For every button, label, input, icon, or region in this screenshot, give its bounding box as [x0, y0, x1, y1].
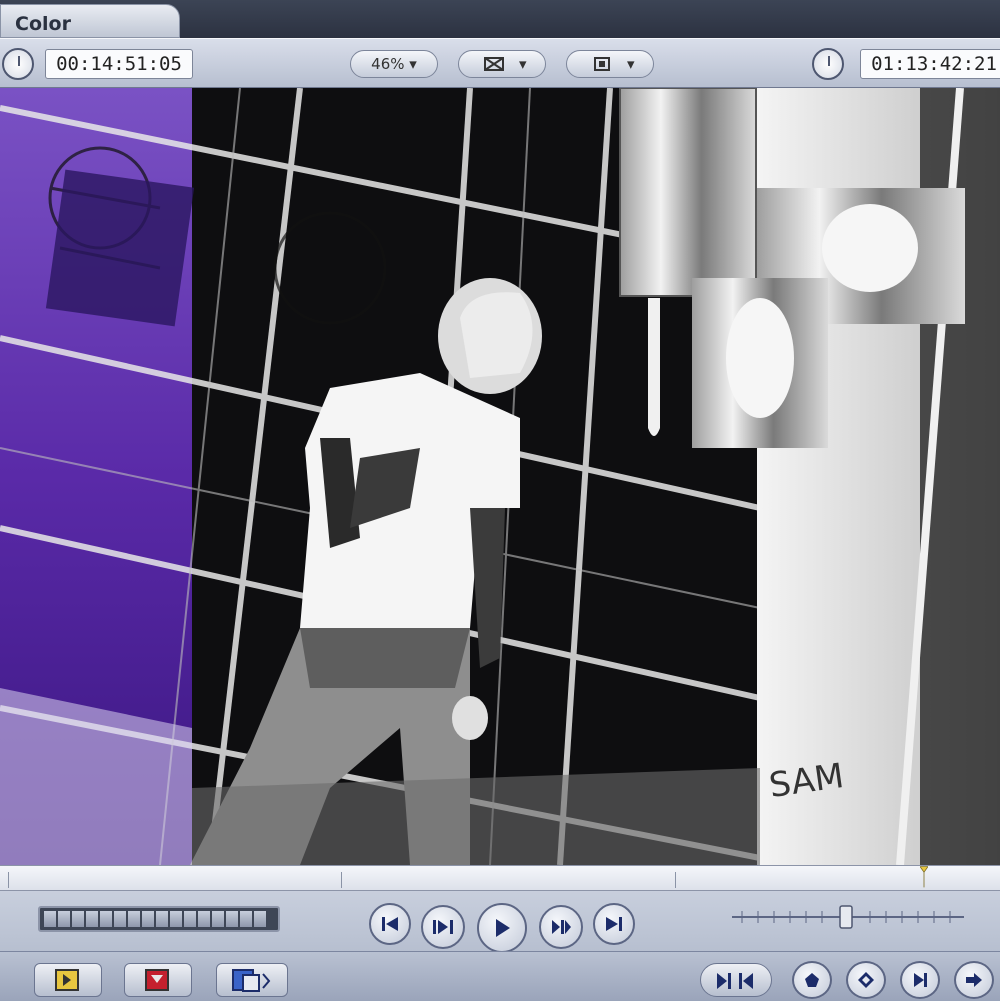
overlay-popup[interactable]: ▾ — [566, 50, 654, 78]
add-keyframe-icon — [805, 973, 819, 987]
insert-edit-icon — [914, 973, 927, 987]
add-marker-button[interactable] — [846, 961, 886, 999]
match-frame-button[interactable] — [216, 963, 288, 997]
playhead-icon[interactable] — [920, 864, 928, 890]
next-edit-icon — [606, 917, 622, 931]
shuttle-control[interactable] — [38, 906, 280, 932]
add-keyframe-button[interactable] — [792, 961, 832, 999]
duration-clock-icon — [812, 48, 844, 80]
video-viewer[interactable]: SAM — [0, 88, 1000, 865]
jog-handle — [839, 905, 853, 929]
play-in-to-out-button[interactable] — [421, 905, 465, 949]
add-marker-icon — [858, 972, 874, 988]
view-mode-icon — [484, 57, 504, 71]
current-timecode-field[interactable]: 00:14:51:05 — [45, 49, 193, 79]
scrubber-tick — [8, 872, 9, 888]
play-in-to-out-icon — [433, 920, 453, 934]
overlay-icon — [594, 57, 610, 71]
zoom-popup[interactable]: 46% ▾ — [350, 50, 438, 78]
transport-controls — [0, 891, 1000, 1001]
scrubber-tick — [675, 872, 676, 888]
next-edit-button[interactable] — [593, 903, 635, 945]
match-frame-icon — [232, 969, 271, 992]
mark-clip-button[interactable] — [700, 963, 772, 997]
mark-out-icon — [145, 969, 169, 991]
view-mode-popup[interactable]: ▾ — [458, 50, 546, 78]
duration-timecode-field[interactable]: 01:13:42:21 — [860, 49, 1000, 79]
chevron-down-icon: ▾ — [519, 55, 527, 73]
play-button[interactable] — [477, 903, 527, 953]
viewer-toolbar: 00:14:51:05 46% ▾ ▾ ▾ 01:13:42:21 — [0, 38, 1000, 88]
mark-in-icon — [55, 969, 79, 991]
mark-in-button[interactable] — [34, 963, 102, 997]
chevron-down-icon: ▾ — [404, 55, 417, 73]
play-around-button[interactable] — [539, 905, 583, 949]
overwrite-edit-icon — [966, 973, 982, 987]
scrubber-tick — [341, 872, 342, 888]
sequence-tab[interactable]: Color Sequence — [0, 4, 180, 57]
chevron-down-icon: ▾ — [627, 55, 635, 73]
jog-slider[interactable] — [730, 905, 966, 929]
play-icon — [496, 919, 510, 937]
scrubber-bar[interactable] — [0, 865, 1000, 891]
overwrite-edit-button[interactable] — [954, 961, 994, 999]
mark-out-button[interactable] — [124, 963, 192, 997]
video-frame: SAM — [0, 88, 1000, 865]
insert-edit-button[interactable] — [900, 961, 940, 999]
play-around-icon — [552, 920, 571, 934]
current-time-clock-icon — [2, 48, 34, 80]
zoom-label: 46% — [371, 55, 405, 73]
mark-clip-icon — [717, 973, 753, 989]
previous-edit-button[interactable] — [369, 903, 411, 945]
previous-edit-icon — [382, 917, 398, 931]
